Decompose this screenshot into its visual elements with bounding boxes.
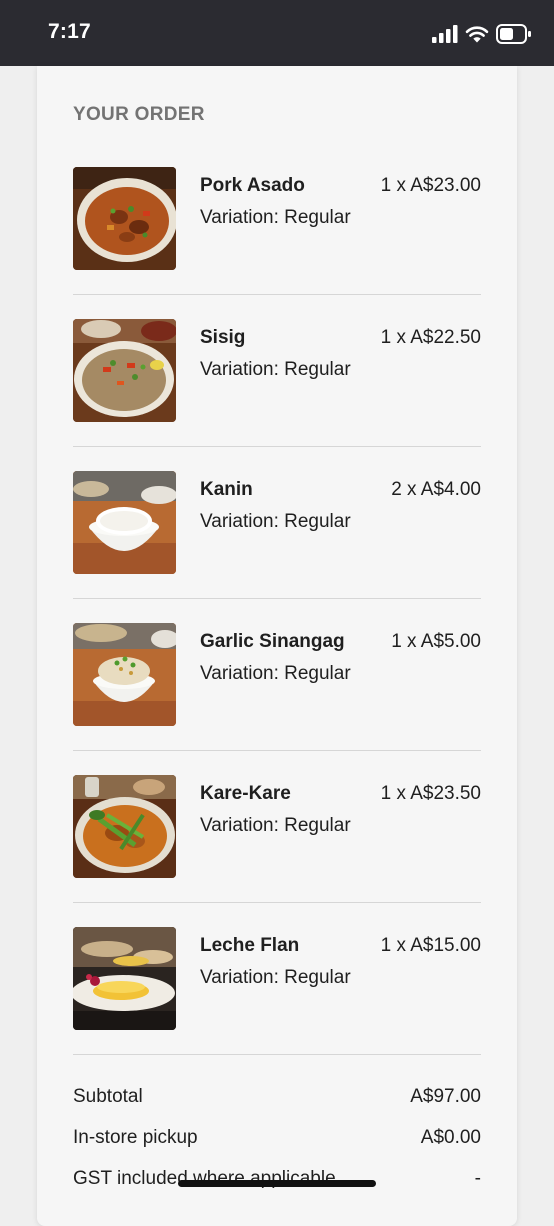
status-bar: 7:17	[0, 0, 554, 66]
item-name: Garlic Sinangag	[200, 631, 345, 652]
order-card: YOUR ORDER Pork Asado 1 x A$23.00 Variat…	[37, 66, 517, 1226]
status-icons	[432, 22, 532, 46]
item-quantity-price: 1 x A$15.00	[380, 935, 481, 956]
order-item: Kanin 2 x A$4.00 Variation: Regular	[73, 471, 481, 623]
item-variation: Variation: Regular	[200, 815, 351, 836]
item-variation: Variation: Regular	[200, 967, 351, 988]
order-item: Sisig 1 x A$22.50 Variation: Regular	[73, 319, 481, 471]
divider	[73, 1054, 481, 1055]
home-indicator[interactable]	[178, 1180, 376, 1187]
leche-flan-thumbnail	[73, 927, 176, 1030]
divider	[73, 902, 481, 903]
sisig-thumbnail	[73, 319, 176, 422]
item-quantity-price: 1 x A$23.50	[380, 783, 481, 804]
divider	[73, 750, 481, 751]
pickup-row: In-store pickup A$0.00	[73, 1127, 481, 1168]
item-variation: Variation: Regular	[200, 663, 351, 684]
cellular-signal-icon	[432, 25, 458, 43]
order-item: Leche Flan 1 x A$15.00 Variation: Regula…	[73, 927, 481, 1079]
item-name: Kare-Kare	[200, 783, 291, 804]
item-name: Pork Asado	[200, 175, 305, 196]
pickup-label: In-store pickup	[73, 1127, 198, 1148]
subtotal-value: A$97.00	[410, 1086, 481, 1107]
wifi-icon	[465, 26, 489, 43]
item-name: Leche Flan	[200, 935, 300, 956]
garlic-sinangag-thumbnail	[73, 623, 176, 726]
item-quantity-price: 1 x A$22.50	[380, 327, 481, 348]
item-name: Kanin	[200, 479, 253, 500]
order-item: Garlic Sinangag 1 x A$5.00 Variation: Re…	[73, 623, 481, 775]
item-quantity-price: 1 x A$23.00	[380, 175, 481, 196]
subtotal-label: Subtotal	[73, 1086, 143, 1107]
item-variation: Variation: Regular	[200, 359, 351, 380]
divider	[73, 446, 481, 447]
order-item: Kare-Kare 1 x A$23.50 Variation: Regular	[73, 775, 481, 927]
pork-asado-thumbnail	[73, 167, 176, 270]
item-variation: Variation: Regular	[200, 511, 351, 532]
kare-kare-thumbnail	[73, 775, 176, 878]
item-quantity-price: 2 x A$4.00	[391, 479, 481, 500]
order-item: Pork Asado 1 x A$23.00 Variation: Regula…	[73, 167, 481, 319]
order-items-list: Pork Asado 1 x A$23.00 Variation: Regula…	[73, 167, 481, 1079]
item-name: Sisig	[200, 327, 246, 348]
item-quantity-price: 1 x A$5.00	[391, 631, 481, 652]
order-summary: Subtotal A$97.00 In-store pickup A$0.00 …	[73, 1086, 481, 1209]
kanin-thumbnail	[73, 471, 176, 574]
subtotal-row: Subtotal A$97.00	[73, 1086, 481, 1127]
pickup-value: A$0.00	[420, 1127, 481, 1148]
divider	[73, 598, 481, 599]
gst-value: -	[474, 1168, 481, 1189]
divider	[73, 294, 481, 295]
gst-row: GST included where applicable -	[73, 1168, 481, 1209]
status-time: 7:17	[48, 20, 91, 43]
battery-icon	[496, 24, 531, 44]
item-variation: Variation: Regular	[200, 207, 351, 228]
section-title: YOUR ORDER	[73, 104, 205, 125]
